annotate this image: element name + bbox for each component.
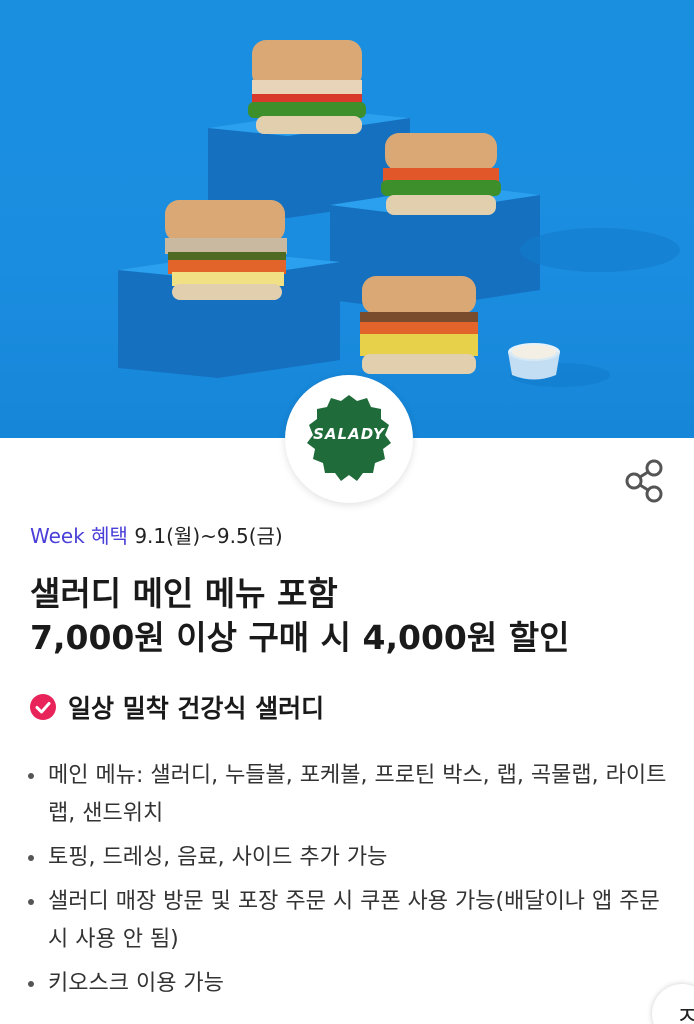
list-item-text: 메인 메뉴: 샐러디, 누들볼, 포케볼, 프로틴 박스, 랩, 곡물랩, 라이… [48,763,667,826]
sandwich-illustration [118,40,680,387]
detail-list: 메인 메뉴: 샐러디, 누들볼, 포케볼, 프로틴 박스, 랩, 곡물랩, 라이… [26,757,676,1009]
promo-title-line2: 7,000원 이상 구매 시 4,000원 할인 [30,618,570,657]
sauce-cup [508,343,560,380]
bullet-dot [28,981,34,987]
floating-button-label: ㅈ [676,1002,694,1024]
logo-text: SALADY [313,425,385,443]
list-item: 키오스크 이용 가능 [26,965,676,1003]
check-circle-icon [30,694,56,720]
sandwich-2 [381,133,501,215]
promo-title: 샐러디 메인 메뉴 포함 7,000원 이상 구매 시 4,000원 할인 [30,572,569,660]
promo-title-line1: 샐러디 메인 메뉴 포함 [30,574,338,613]
week-label: Week 혜택 [30,524,128,548]
list-item: 샐러디 매장 방문 및 포장 주문 시 쿠폰 사용 가능(배달이나 앱 주문 시… [26,883,676,959]
brand-logo: SALADY [285,375,413,503]
week-benefit-line: Week 혜택 9.1(월)~9.5(금) [30,520,283,549]
hero-image [0,0,694,438]
list-item-text: 토핑, 드레싱, 음료, 사이드 추가 가능 [48,845,388,870]
week-dates: 9.1(월)~9.5(금) [134,524,283,548]
bullet-dot [28,899,34,905]
sandwich-3 [165,200,287,300]
promo-page: SALADY Week 혜택 9.1(월)~9.5(금) 샐러디 메인 메뉴 포… [0,0,694,1024]
bullet-dot [28,855,34,861]
list-item-text: 샐러디 매장 방문 및 포장 주문 시 쿠폰 사용 가능(배달이나 앱 주문 시… [48,889,660,952]
share-button[interactable] [620,456,670,506]
share-icon [625,459,663,503]
list-item-text: 키오스크 이용 가능 [48,971,224,996]
list-item: 메인 메뉴: 샐러디, 누들볼, 포케볼, 프로틴 박스, 랩, 곡물랩, 라이… [26,757,676,833]
feature-text: 일상 밀착 건강식 샐러디 [68,694,325,723]
bullet-dot [28,773,34,779]
list-item: 토핑, 드레싱, 음료, 사이드 추가 가능 [26,839,676,877]
sandwich-4 [360,276,478,374]
sandwich-1 [248,40,366,134]
feature-row: 일상 밀착 건강식 샐러디 [30,690,324,724]
